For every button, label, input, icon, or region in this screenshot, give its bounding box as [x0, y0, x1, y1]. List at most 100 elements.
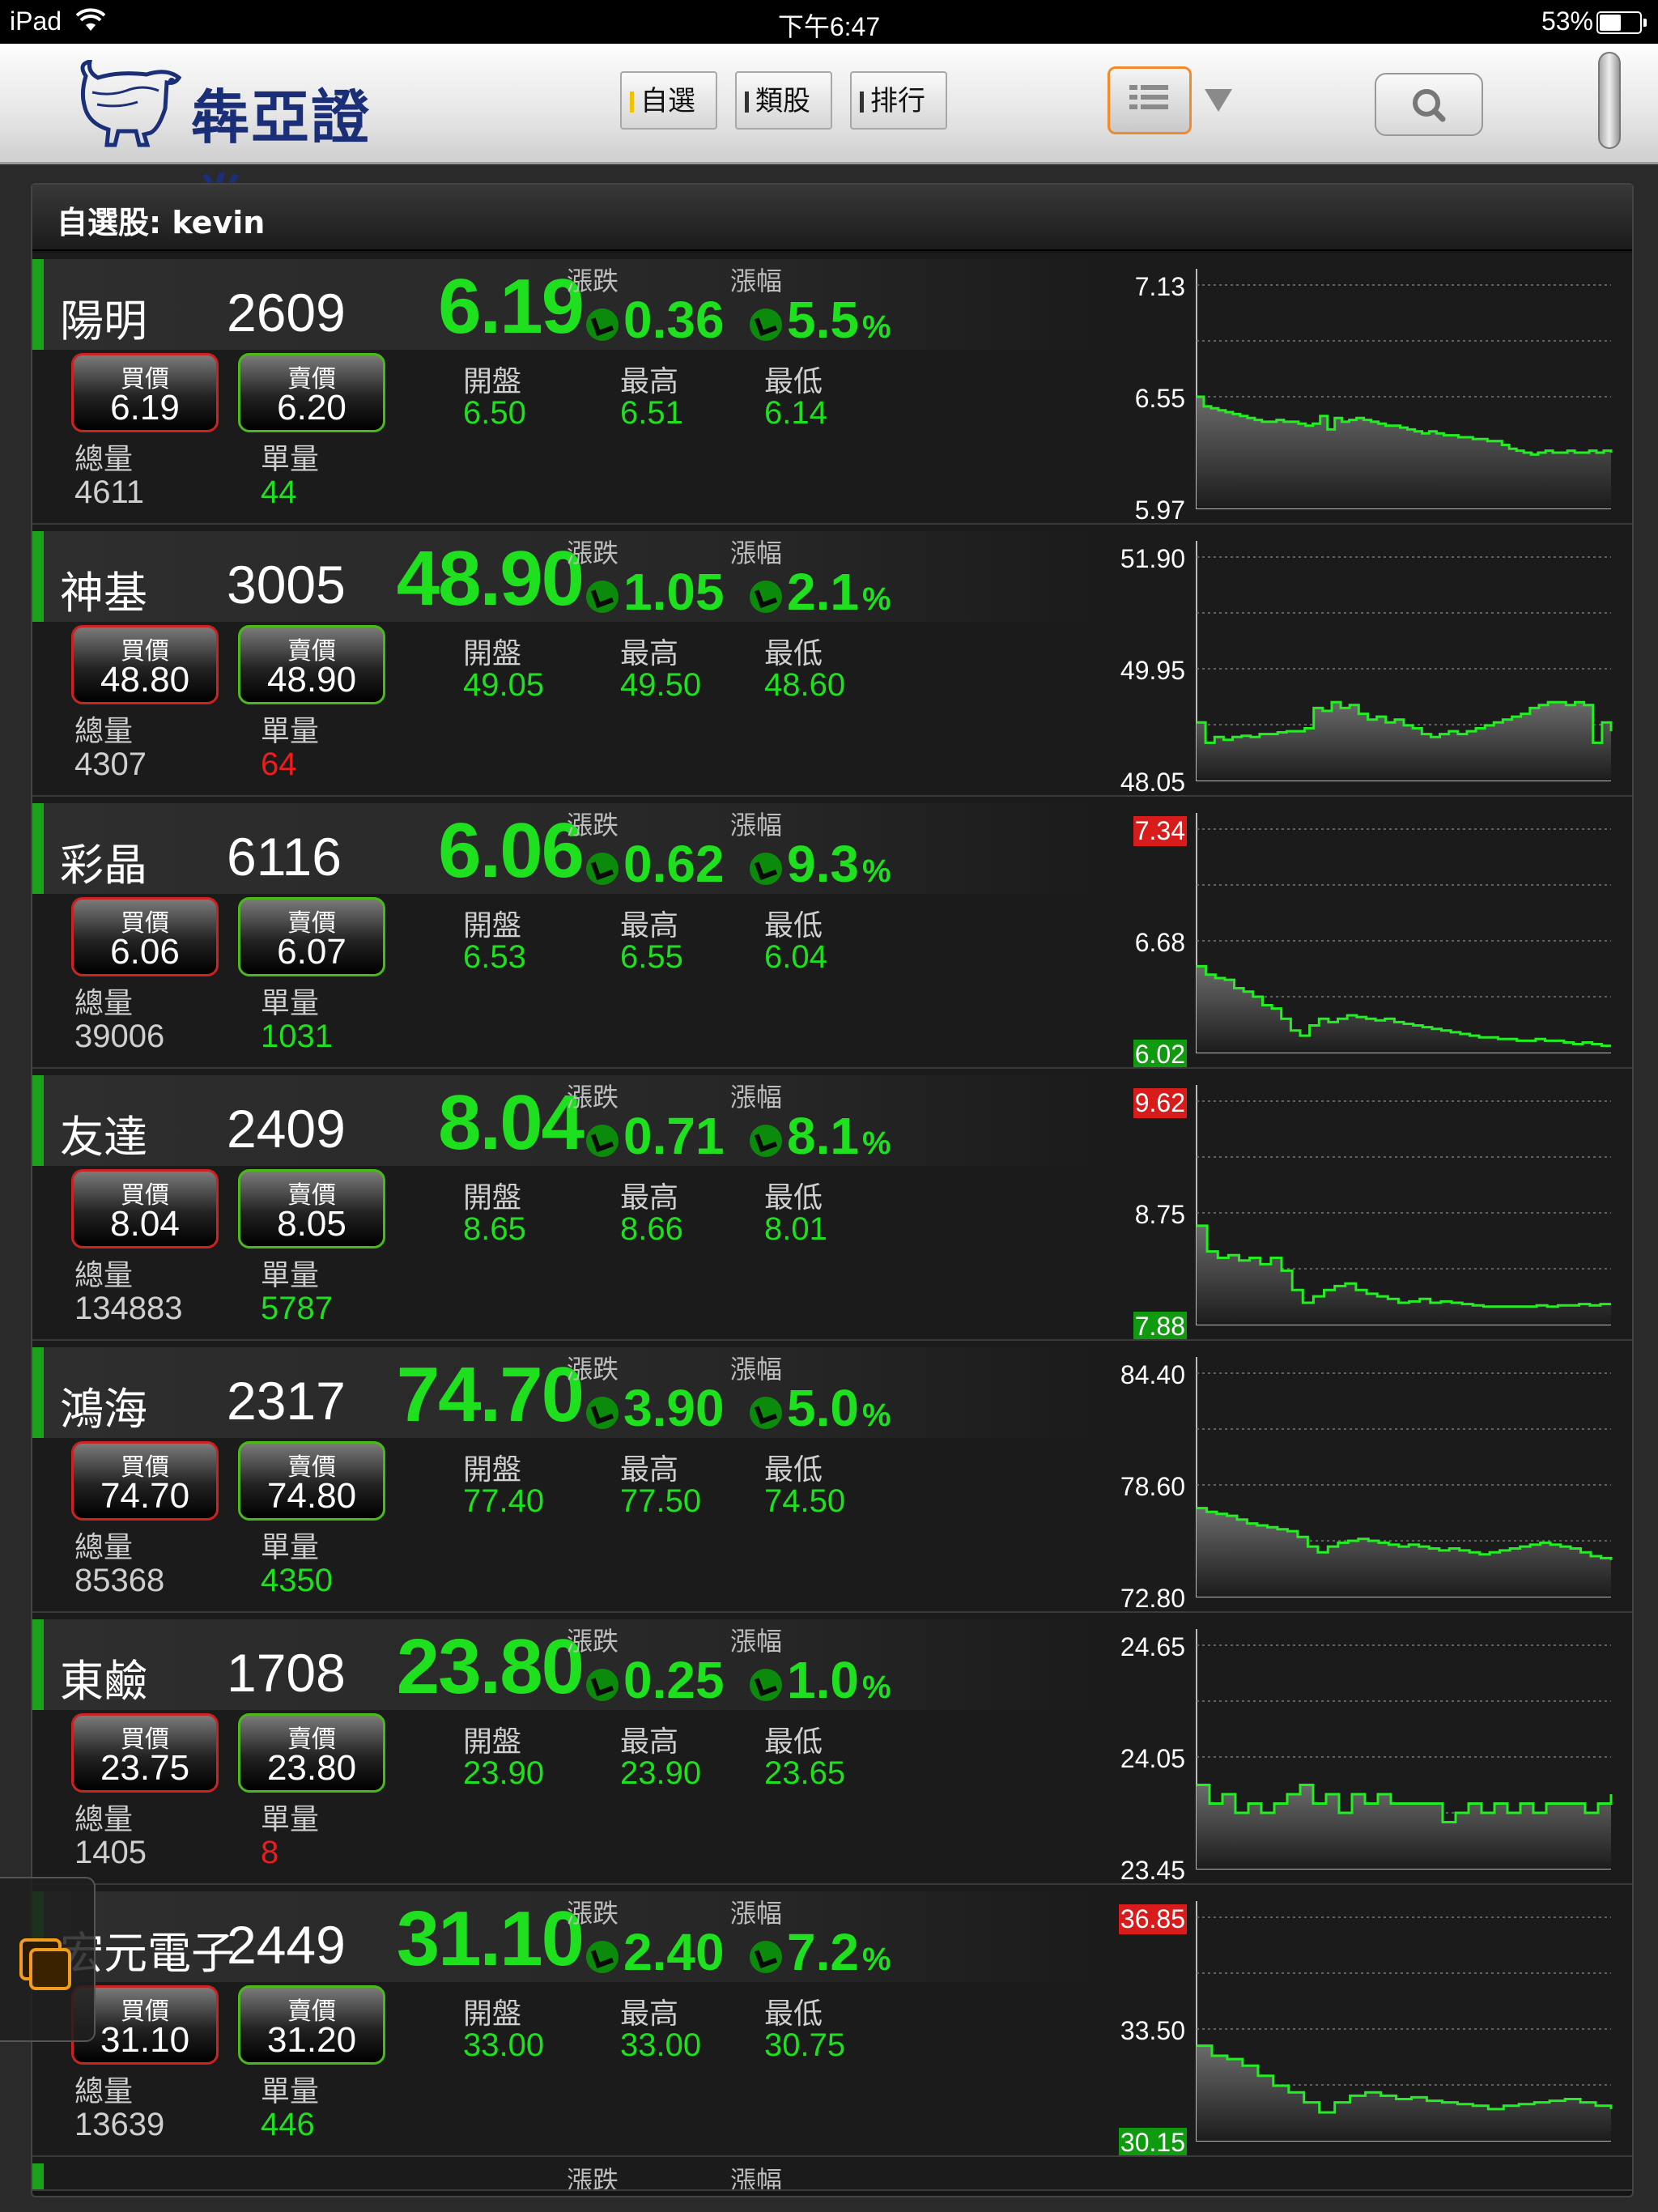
tab-sector[interactable]: 類股 — [735, 71, 832, 130]
open-label: 開盤 — [463, 1997, 522, 2031]
stock-price: 8.04 — [438, 1079, 585, 1166]
percent-sign: % — [861, 1125, 891, 1161]
price-area — [1197, 1784, 1611, 1869]
down-arrow-icon — [750, 308, 782, 341]
y-axis-label-top: 51.90 — [1120, 544, 1185, 573]
price-area — [1197, 1225, 1611, 1325]
percent-sign: % — [861, 1942, 891, 1977]
last-volume-label: 單量 — [261, 715, 320, 748]
y-axis-label-bottom: 23.45 — [1120, 1856, 1185, 1885]
percent-sign: % — [861, 1670, 891, 1705]
row-accent — [32, 259, 44, 350]
y-axis-label-mid: 49.95 — [1120, 656, 1185, 685]
floating-window-button[interactable] — [0, 1877, 96, 2042]
bid-button[interactable]: 買價 74.70 — [71, 1441, 219, 1521]
bid-button[interactable]: 買價 48.80 — [71, 625, 219, 704]
ask-value: 48.90 — [266, 660, 357, 700]
down-arrow-icon — [750, 1397, 782, 1429]
change-number: 0.25 — [623, 1651, 725, 1709]
low-value: 6.04 — [764, 939, 827, 975]
last-volume-label: 單量 — [261, 443, 320, 476]
stock-row[interactable]: 彩晶 6116 6.06 漲跌 0.62 漲幅 9.3% 買價 6.06 賣價 6.07 開盤 6.53… — [32, 797, 1632, 1069]
change-pct-value: 7.2% — [750, 1922, 891, 1982]
stock-name: 神基 — [60, 568, 147, 619]
y-axis-label-top: 36.85 — [1118, 1904, 1187, 1934]
last-volume-value: 1031 — [261, 1019, 333, 1054]
bid-button[interactable]: 買價 6.06 — [71, 897, 219, 976]
dropdown-icon[interactable] — [1205, 89, 1232, 112]
stock-row[interactable]: 神基 3005 48.90 漲跌 1.05 漲幅 2.1% 買價 48.80 賣價 48.90 開盤 4… — [32, 525, 1632, 797]
tab-indicator — [630, 91, 634, 113]
change-pct-value: 9.3% — [750, 834, 891, 894]
change-pct-value: 5.0% — [750, 1378, 891, 1438]
low-label: 最低 — [764, 1181, 823, 1214]
list-view-button[interactable] — [1107, 66, 1192, 134]
ask-button[interactable]: 賣價 23.80 — [238, 1713, 385, 1793]
total-volume-value: 39006 — [74, 1019, 165, 1054]
intraday-chart: 24.65 24.05 23.45 — [1077, 1613, 1632, 1883]
down-arrow-icon — [586, 1397, 619, 1429]
y-axis-label-mid: 24.05 — [1120, 1744, 1185, 1773]
tab-ranking[interactable]: 排行 — [850, 71, 947, 130]
search-button[interactable] — [1375, 73, 1483, 136]
stock-row[interactable]: 鴻海 2317 74.70 漲跌 3.90 漲幅 5.0% 買價 74.70 賣價 74.80 開盤 7… — [32, 1341, 1632, 1613]
stock-name: 友達 — [60, 1112, 147, 1163]
change-pct-label: 漲幅 — [730, 2165, 783, 2191]
tab-watchlist[interactable]: 自選 — [620, 71, 717, 130]
bid-button[interactable]: 買價 6.19 — [71, 353, 219, 432]
ask-button[interactable]: 賣價 31.20 — [238, 1985, 385, 2065]
ask-value: 23.80 — [266, 1748, 357, 1788]
y-axis-label-bottom: 5.97 — [1134, 496, 1185, 525]
change-pct-number: 9.3 — [787, 835, 859, 893]
high-label: 最高 — [620, 637, 679, 670]
last-volume-value: 64 — [261, 747, 297, 782]
change-value: 0.36 — [586, 290, 725, 350]
stock-row[interactable]: 陽明 2609 6.19 漲跌 0.36 漲幅 5.5% 買價 6.19 賣價 6.20 開盤 6.50… — [32, 253, 1632, 525]
last-volume-label: 單量 — [261, 987, 320, 1020]
low-value: 6.14 — [764, 395, 827, 431]
last-volume-label: 單量 — [261, 2075, 320, 2108]
ask-button[interactable]: 賣價 6.20 — [238, 353, 385, 432]
y-axis-label-top: 9.62 — [1133, 1088, 1187, 1118]
stock-row[interactable]: 東鹼 1708 23.80 漲跌 0.25 漲幅 1.0% 買價 23.75 賣價 23.80 開盤 2… — [32, 1613, 1632, 1885]
change-number: 0.62 — [623, 835, 725, 893]
down-arrow-icon — [750, 853, 782, 885]
stock-row[interactable]: 友達 2409 8.04 漲跌 0.71 漲幅 8.1% 買價 8.04 賣價 8.05 開盤 8.65… — [32, 1069, 1632, 1341]
down-arrow-icon — [586, 1669, 619, 1701]
open-value: 6.50 — [463, 395, 526, 431]
ask-button[interactable]: 賣價 8.05 — [238, 1169, 385, 1249]
ask-button[interactable]: 賣價 6.07 — [238, 897, 385, 976]
intraday-chart: 7.34 6.68 6.02 — [1077, 797, 1632, 1067]
change-pct-value: 5.5% — [750, 290, 891, 350]
stock-row[interactable]: 宏元電子 2449 31.10 漲跌 2.40 漲幅 7.2% 買價 31.10 賣價 31.20 開… — [32, 1885, 1632, 2157]
open-value: 8.65 — [463, 1211, 526, 1247]
stock-price: 48.90 — [396, 535, 585, 622]
change-pct-value: 1.0% — [750, 1650, 891, 1710]
status-bar: iPad 下午6:47 53% — [0, 0, 1658, 44]
ask-button[interactable]: 賣價 48.90 — [238, 625, 385, 704]
total-volume-value: 85368 — [74, 1563, 165, 1598]
y-axis-label-mid: 78.60 — [1120, 1472, 1185, 1501]
stock-code: 6116 — [227, 827, 342, 887]
bid-value: 8.04 — [110, 1204, 180, 1244]
y-axis-label-bottom: 72.80 — [1120, 1584, 1185, 1613]
bid-button[interactable]: 買價 23.75 — [71, 1713, 219, 1793]
scroll-handle[interactable] — [1598, 52, 1621, 149]
list-icon — [1129, 85, 1168, 109]
y-axis-label-top: 84.40 — [1120, 1360, 1185, 1389]
intraday-chart: 9.62 8.75 7.88 — [1077, 1069, 1632, 1339]
change-pct-number: 1.0 — [787, 1651, 859, 1709]
low-label: 最低 — [764, 1453, 823, 1487]
stock-code: 2609 — [227, 283, 346, 342]
bid-button[interactable]: 買價 8.04 — [71, 1169, 219, 1249]
ask-button[interactable]: 賣價 74.80 — [238, 1441, 385, 1521]
total-volume-label: 總量 — [74, 1531, 134, 1564]
y-axis-label-bottom: 6.02 — [1133, 1040, 1187, 1069]
ask-value: 74.80 — [266, 1476, 357, 1516]
open-value: 77.40 — [463, 1483, 545, 1519]
low-value: 74.50 — [764, 1483, 846, 1519]
open-label: 開盤 — [463, 1725, 522, 1759]
row-accent — [32, 1347, 44, 1438]
down-arrow-icon — [586, 853, 619, 885]
low-label: 最低 — [764, 637, 823, 670]
